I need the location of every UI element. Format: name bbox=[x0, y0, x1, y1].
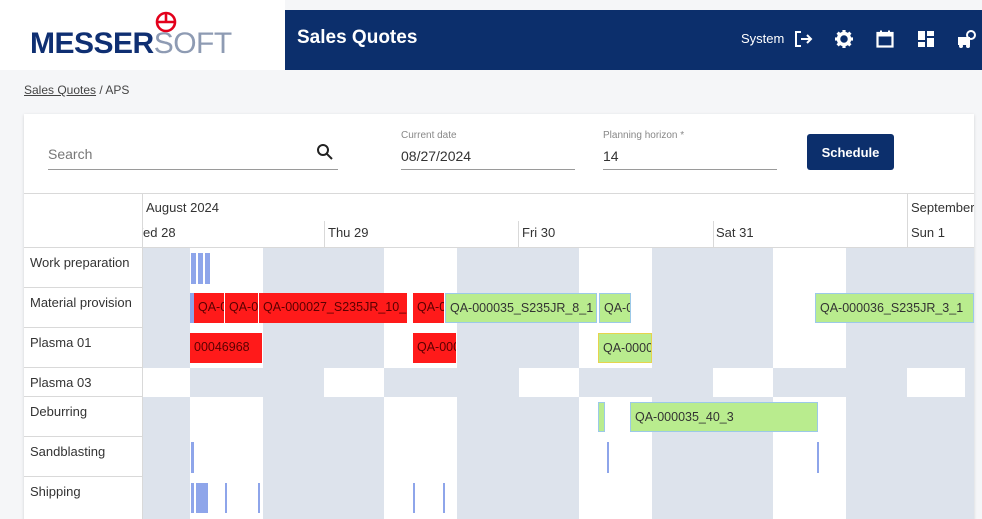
task-bar[interactable]: QA-000035_S235JR_8_1 bbox=[599, 293, 631, 323]
working-hours-block bbox=[773, 328, 846, 368]
app-root: MESSERSOFT Sales Quotes System Sales Quo… bbox=[0, 0, 982, 519]
gantt-corner bbox=[24, 194, 143, 248]
working-hours-block bbox=[907, 368, 965, 397]
resource-sandblasting[interactable]: Sandblasting bbox=[24, 437, 143, 477]
task-marker[interactable] bbox=[225, 483, 227, 513]
resource-work-preparation[interactable]: Work preparation bbox=[24, 248, 143, 288]
task-marker[interactable] bbox=[817, 442, 819, 473]
breadcrumb-link-sales-quotes[interactable]: Sales Quotes bbox=[24, 83, 96, 97]
search-icon[interactable] bbox=[316, 143, 334, 161]
dashboard-icon[interactable] bbox=[913, 24, 939, 54]
gear-icon[interactable] bbox=[831, 24, 857, 54]
task-bar-conflict[interactable]: QA-000027 bbox=[413, 333, 457, 363]
messersoft-logo[interactable]: MESSERSOFT bbox=[30, 24, 232, 64]
working-hours-block bbox=[773, 477, 846, 519]
resource-material-provision[interactable]: Material provision bbox=[24, 288, 143, 328]
working-hours-block bbox=[384, 397, 457, 437]
working-hours-block bbox=[579, 437, 652, 477]
system-label[interactable]: System bbox=[741, 31, 784, 46]
transport-settings-icon[interactable] bbox=[953, 24, 979, 54]
task-bar[interactable] bbox=[598, 402, 605, 432]
working-hours-block bbox=[143, 368, 190, 397]
task-marker[interactable] bbox=[191, 483, 194, 513]
planning-horizon-value[interactable]: 14 bbox=[603, 148, 619, 164]
month-label-september: September bbox=[911, 200, 974, 215]
gantt-timeline-area[interactable]: QA-000027_S235JR_10_ QA-000027_S235JR_10… bbox=[143, 248, 974, 519]
task-bar-conflict[interactable]: 00046968 bbox=[190, 333, 263, 363]
resource-deburring[interactable]: Deburring bbox=[24, 397, 143, 437]
current-date-label: Current date bbox=[401, 130, 457, 141]
day-separator bbox=[713, 221, 714, 248]
current-date-field[interactable]: Current date 08/27/2024 bbox=[401, 130, 575, 170]
working-hours-block bbox=[190, 437, 263, 477]
gantt-chart: August 2024 September Wed 28 Thu 29 Fri … bbox=[24, 193, 974, 519]
current-date-value[interactable]: 08/27/2024 bbox=[401, 148, 471, 164]
logo-bold-text: MESSER bbox=[30, 27, 154, 60]
working-hours-block bbox=[519, 368, 579, 397]
task-bar-conflict[interactable]: QA-000027_S235JR_10_ bbox=[413, 293, 445, 323]
logo-area: MESSERSOFT bbox=[0, 0, 285, 70]
task-bar[interactable]: QA-000035_S235JR_8_1 bbox=[445, 293, 597, 323]
resource-plasma-01[interactable]: Plasma 01 bbox=[24, 328, 143, 368]
working-hours-block bbox=[713, 368, 773, 397]
task-marker[interactable] bbox=[191, 442, 194, 473]
task-marker[interactable] bbox=[205, 253, 210, 284]
task-marker[interactable] bbox=[196, 483, 208, 513]
calendar-icon[interactable] bbox=[872, 24, 898, 54]
task-bar-conflict[interactable]: QA-000027_S235JR_10_ bbox=[225, 293, 259, 323]
search-underline bbox=[48, 169, 338, 170]
logout-icon[interactable] bbox=[790, 24, 816, 54]
breadcrumb-separator: / bbox=[99, 83, 103, 97]
resource-shipping[interactable]: Shipping bbox=[24, 477, 143, 519]
current-date-underline bbox=[401, 169, 575, 170]
working-hours-block bbox=[579, 248, 652, 288]
planning-horizon-field[interactable]: Planning horizon * 14 bbox=[603, 130, 777, 170]
task-marker[interactable] bbox=[413, 483, 415, 513]
task-bar[interactable]: QA-000036_S235JR_3_1 bbox=[815, 293, 974, 323]
task-marker[interactable] bbox=[258, 483, 260, 513]
search-field bbox=[48, 138, 338, 170]
planning-card: Current date 08/27/2024 Planning horizon… bbox=[24, 114, 974, 519]
day-separator bbox=[518, 221, 519, 248]
logo-flame-icon bbox=[155, 11, 177, 33]
task-bar[interactable]: QA-000035 bbox=[598, 333, 652, 363]
working-hours-block bbox=[324, 368, 384, 397]
app-title: Sales Quotes bbox=[297, 27, 418, 48]
working-hours-block bbox=[384, 437, 457, 477]
day-label-fri: Fri 30 bbox=[522, 225, 556, 240]
resource-plasma-03[interactable]: Plasma 03 bbox=[24, 368, 143, 397]
top-bar: Sales Quotes System bbox=[285, 10, 982, 70]
task-bar-conflict[interactable]: QA-000027_S235JR_10_ bbox=[259, 293, 408, 323]
day-label-sun: Sun 1 bbox=[911, 225, 945, 240]
task-marker[interactable] bbox=[607, 442, 609, 473]
breadcrumb: Sales Quotes / APS bbox=[24, 83, 129, 97]
month-label-august: August 2024 bbox=[146, 200, 220, 215]
task-bar[interactable]: QA-000035_40_3 bbox=[630, 402, 818, 432]
task-marker[interactable] bbox=[191, 253, 196, 284]
working-hours-block bbox=[384, 477, 457, 519]
planning-horizon-underline bbox=[603, 169, 777, 170]
working-hours-block bbox=[773, 437, 846, 477]
working-hours-block bbox=[384, 248, 457, 288]
task-bar-conflict[interactable]: QA-000027_S235JR_10_ bbox=[194, 293, 225, 323]
working-hours-block bbox=[773, 248, 846, 288]
day-wed-clip: Wed 28 bbox=[143, 225, 183, 245]
day-label-wed: Wed 28 bbox=[143, 225, 176, 240]
planning-horizon-label: Planning horizon * bbox=[603, 130, 685, 141]
day-label-sat: Sat 31 bbox=[716, 225, 754, 240]
schedule-button[interactable]: Schedule bbox=[807, 134, 894, 170]
task-marker[interactable] bbox=[198, 253, 203, 284]
working-hours-block bbox=[579, 477, 652, 519]
breadcrumb-current: APS bbox=[105, 83, 130, 97]
day-separator bbox=[324, 221, 325, 248]
search-input[interactable] bbox=[48, 146, 298, 162]
day-label-thu: Thu 29 bbox=[328, 225, 369, 240]
month-separator bbox=[907, 194, 908, 248]
task-marker[interactable] bbox=[443, 483, 445, 513]
working-hours-block bbox=[190, 397, 263, 437]
